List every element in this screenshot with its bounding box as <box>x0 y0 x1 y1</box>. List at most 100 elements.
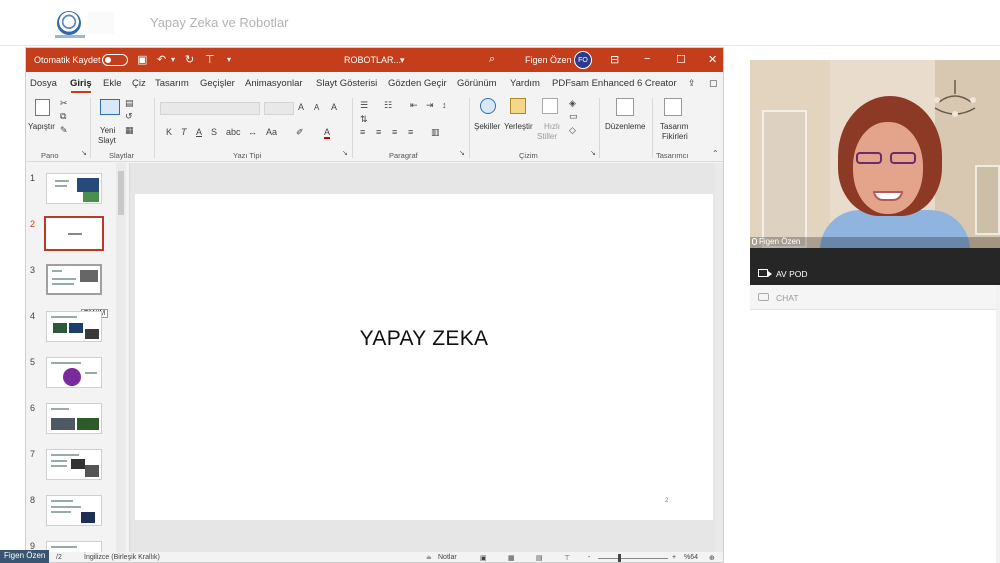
bold-button[interactable]: K <box>166 127 172 137</box>
editing-label[interactable]: Düzenleme <box>605 122 645 131</box>
designer-label-2[interactable]: Fikirleri <box>662 132 688 141</box>
shape-effects-icon[interactable]: ◇ <box>569 125 576 136</box>
designer-icon[interactable] <box>664 98 682 116</box>
undo-dropdown-icon[interactable]: ▾ <box>171 55 175 64</box>
tab-ciz[interactable]: Çiz <box>132 78 146 89</box>
increase-indent-icon[interactable]: ⇥ <box>426 100 434 111</box>
align-center-icon[interactable]: ≡ <box>376 127 381 137</box>
new-slide-label-1[interactable]: Yeni <box>100 126 115 135</box>
zoom-out-button[interactable]: - <box>588 554 590 561</box>
language-status[interactable]: İngilizce (Birleşik Krallık) <box>84 554 160 561</box>
fit-slide-icon[interactable]: ⊕ <box>709 554 715 562</box>
thumbnail-scrollbar[interactable] <box>116 163 126 562</box>
shape-outline-icon[interactable]: ▭ <box>569 111 578 122</box>
tab-dosya[interactable]: Dosya <box>30 78 57 89</box>
copy-icon[interactable]: ⧉ <box>60 111 66 122</box>
slide-sorter-icon[interactable]: ▦ <box>508 554 515 562</box>
slide-thumbnail-1[interactable] <box>46 173 102 204</box>
slide-thumbnail-2[interactable] <box>44 216 104 251</box>
slideshow-icon[interactable]: ⊤ <box>564 554 570 562</box>
tab-animasyonlar[interactable]: Animasyonlar <box>245 78 303 89</box>
decrease-indent-icon[interactable]: ⇤ <box>410 100 418 111</box>
char-spacing-icon[interactable]: ↔ <box>248 127 257 137</box>
new-slide-icon[interactable] <box>100 99 120 115</box>
normal-view-icon[interactable]: ▣ <box>480 554 487 562</box>
close-icon[interactable]: ✕ <box>708 53 717 66</box>
slide-title[interactable]: YAPAY ZEKA <box>135 327 713 351</box>
layout-icon[interactable]: ▤ <box>125 98 134 109</box>
arrange-icon[interactable] <box>510 98 526 114</box>
quick-styles-label-1[interactable]: Hızlı <box>544 122 560 131</box>
user-avatar[interactable]: FO <box>574 51 592 69</box>
arrange-label[interactable]: Yerleştir <box>504 122 533 131</box>
quick-styles-label-2[interactable]: Stiller <box>537 132 557 141</box>
user-name[interactable]: Figen Özen <box>525 55 572 65</box>
file-name[interactable]: ROBOTLAR... <box>344 55 401 65</box>
current-slide[interactable]: YAPAY ZEKA 2 <box>135 194 713 520</box>
font-launcher-icon[interactable]: ↘ <box>342 149 348 157</box>
comments-icon[interactable]: ▢ <box>709 78 718 89</box>
section-icon[interactable]: ▦ <box>125 125 134 136</box>
justify-icon[interactable]: ≡ <box>408 127 413 137</box>
tab-slayt-gosterisi[interactable]: Slayt Gösterisi <box>316 78 377 89</box>
cut-icon[interactable]: ✂ <box>60 98 68 109</box>
save-icon[interactable]: ▣ <box>137 53 147 66</box>
tab-giris[interactable]: Giriş <box>70 78 92 89</box>
slide-thumbnail-7[interactable] <box>46 449 102 480</box>
notes-button[interactable]: Notlar <box>438 554 457 561</box>
new-slide-label-2[interactable]: Slayt <box>98 136 116 145</box>
shadow-button[interactable]: S <box>211 127 217 137</box>
zoom-slider-handle[interactable] <box>618 554 621 562</box>
font-name-combo[interactable] <box>160 102 260 115</box>
line-spacing-icon[interactable]: ↕ <box>442 100 447 110</box>
text-direction-icon[interactable]: ⇅ <box>360 114 368 125</box>
minimize-icon[interactable]: − <box>644 53 650 65</box>
slide-thumbnail-6[interactable] <box>46 403 102 434</box>
tab-yardim[interactable]: Yardım <box>510 78 540 89</box>
tab-gecisler[interactable]: Geçişler <box>200 78 235 89</box>
reset-icon[interactable]: ↺ <box>125 111 133 122</box>
zoom-level[interactable]: %64 <box>684 554 698 561</box>
designer-label-1[interactable]: Tasarım <box>660 122 688 131</box>
drawing-launcher-icon[interactable]: ↘ <box>590 149 596 157</box>
editor-scrollbar[interactable] <box>715 163 723 553</box>
tab-pdfsam[interactable]: PDFsam Enhanced 6 Creator <box>552 78 677 89</box>
font-size-combo[interactable] <box>264 102 294 115</box>
tab-gozden-gecir[interactable]: Gözden Geçir <box>388 78 447 89</box>
slide-thumbnail-4[interactable] <box>46 311 102 342</box>
slide-thumbnail-5[interactable] <box>46 357 102 388</box>
undo-icon[interactable]: ↶ <box>157 53 166 66</box>
collapse-ribbon-icon[interactable]: ⌃ <box>712 149 719 158</box>
strikethrough-icon[interactable]: abc <box>226 127 241 137</box>
pano-launcher-icon[interactable]: ↘ <box>81 149 87 157</box>
increase-font-icon[interactable]: A <box>298 102 304 112</box>
file-name-chevron-icon[interactable]: ▾ <box>400 55 405 66</box>
bullets-icon[interactable]: ☰ <box>360 100 368 111</box>
columns-icon[interactable]: ▥ <box>431 127 440 138</box>
tab-tasarim[interactable]: Tasarım <box>155 78 189 89</box>
paste-label[interactable]: Yapıştır <box>28 122 55 131</box>
align-right-icon[interactable]: ≡ <box>392 127 397 137</box>
search-icon[interactable]: ⌕ <box>489 53 495 66</box>
underline-button[interactable]: A <box>196 127 202 137</box>
redo-icon[interactable]: ↻ <box>185 53 194 66</box>
ribbon-display-icon[interactable]: ⊟ <box>610 53 619 66</box>
highlight-icon[interactable]: ✐ <box>296 127 304 138</box>
find-icon[interactable] <box>616 98 634 116</box>
font-color-icon[interactable]: A <box>324 127 331 139</box>
quick-access-dropdown-icon[interactable]: ▾ <box>227 55 231 64</box>
change-case-icon[interactable]: Aa <box>266 127 277 137</box>
italic-button[interactable]: T <box>181 127 187 137</box>
numbering-icon[interactable]: ☷ <box>384 100 392 111</box>
share-icon[interactable]: ⇪ <box>688 78 696 89</box>
scrollbar-thumb[interactable] <box>118 171 124 215</box>
autosave-toggle[interactable] <box>102 54 128 66</box>
paste-icon[interactable] <box>35 99 50 116</box>
maximize-icon[interactable]: ☐ <box>676 53 686 66</box>
chat-messages-area[interactable] <box>750 310 1000 563</box>
format-painter-icon[interactable]: ✎ <box>60 125 68 136</box>
shape-fill-icon[interactable]: ◈ <box>569 98 576 109</box>
reading-view-icon[interactable]: ▤ <box>536 554 543 562</box>
av-pod-header[interactable]: AV POD <box>750 261 1000 285</box>
quick-styles-icon[interactable] <box>542 98 558 114</box>
